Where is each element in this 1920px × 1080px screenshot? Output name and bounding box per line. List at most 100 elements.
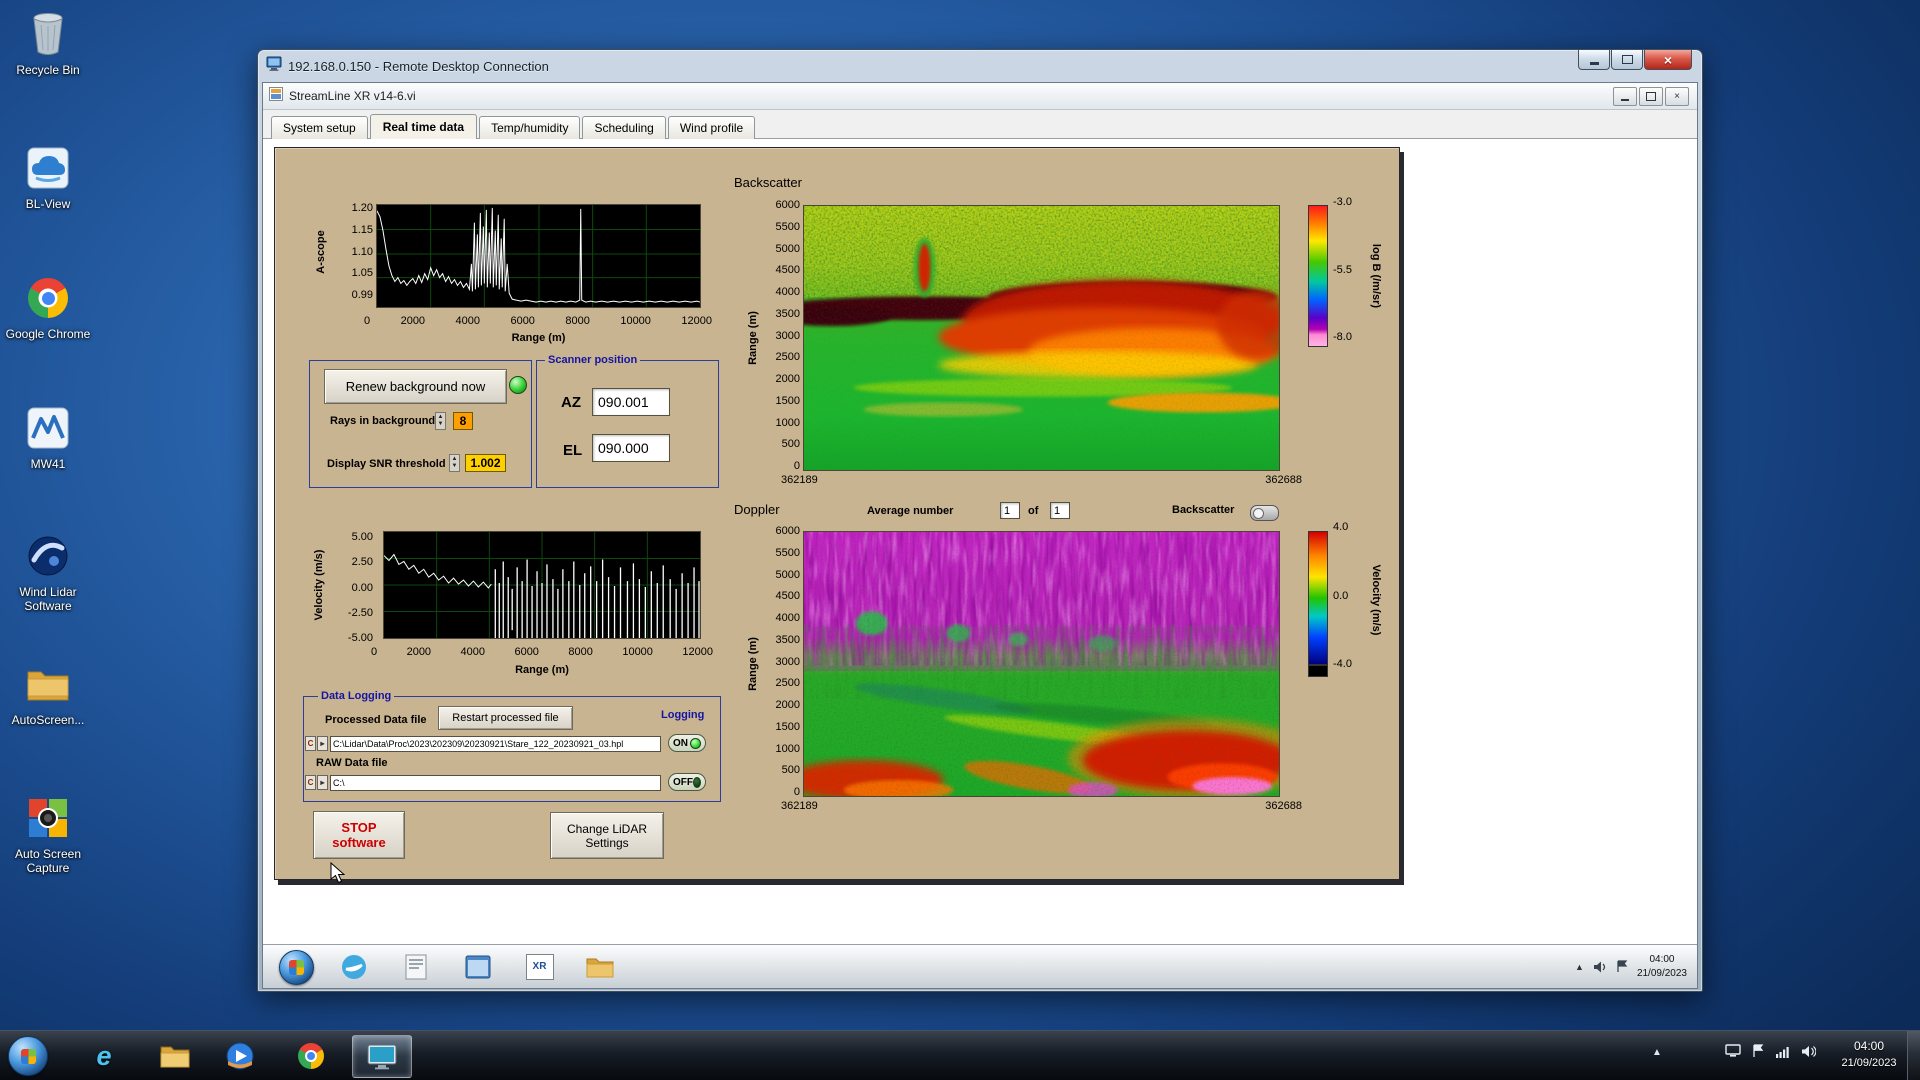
doppler-colorbar-ticks: 4.0 0.0 -4.0 — [1333, 522, 1367, 670]
y-tick-label: 0.00 — [351, 581, 373, 594]
rays-spinner[interactable]: ▲ ▼ — [435, 412, 446, 430]
taskbar-explorer-icon[interactable] — [158, 1040, 192, 1072]
velocity-y-axis-label: Velocity (m/s) — [313, 549, 325, 621]
tab[interactable]: Scheduling — [582, 116, 666, 139]
remote-start-button[interactable] — [279, 950, 314, 985]
tray-up-arrow-icon[interactable]: ▲ — [1652, 1047, 1662, 1058]
x-tick-label: 4000 — [460, 646, 485, 658]
x-tick-label: 10000 — [620, 315, 651, 327]
browse-icon[interactable]: ▸ — [317, 736, 328, 751]
remote-app-window-icon[interactable] — [463, 952, 492, 981]
rdp-maximize-button[interactable] — [1611, 50, 1643, 70]
desktop-icon-mw41[interactable]: MW41 — [2, 402, 94, 471]
tab[interactable]: Real time data — [369, 114, 478, 139]
desktop-icon-bl-view[interactable]: BL-View — [2, 142, 94, 211]
desktop-icon-autoscreen-folder[interactable]: AutoScreen... — [2, 658, 94, 727]
app-window-title: StreamLine XR v14-6.vi — [289, 89, 416, 103]
taskbar-ie-icon[interactable]: e — [87, 1040, 121, 1072]
x-tick-label: 12000 — [681, 315, 712, 327]
x-tick-label: 0 — [364, 315, 371, 327]
path-type-icon: C — [305, 775, 316, 790]
colorbar-tick-label: 0.0 — [1333, 589, 1349, 602]
browse-icon[interactable]: ▸ — [317, 775, 328, 790]
x-tick-label: 10000 — [622, 646, 653, 658]
change-button-line2: Settings — [585, 835, 629, 850]
app-restore-button[interactable] — [1639, 87, 1663, 106]
remote-clock[interactable]: 04:00 21/09/2023 — [1637, 953, 1687, 980]
action-center-flag-icon[interactable] — [1752, 1044, 1764, 1058]
y-tick-label: 4000 — [775, 612, 800, 624]
snr-value[interactable]: 1.002 — [465, 454, 506, 472]
clock-date: 21/09/2023 — [1841, 1057, 1897, 1069]
volume-icon[interactable] — [1801, 1045, 1816, 1058]
doppler-colorbar — [1308, 531, 1328, 665]
y-tick-label: 5.00 — [351, 531, 373, 543]
remote-taskbar: XR ▲ 04:00 21/09/2023 — [263, 944, 1697, 988]
network-icon[interactable] — [1775, 1045, 1790, 1058]
rdp-titlebar[interactable]: 192.168.0.150 - Remote Desktop Connectio… — [262, 50, 1698, 82]
restart-processed-file-button[interactable]: Restart processed file — [438, 706, 573, 730]
desktop-icon-wind-lidar[interactable]: Wind Lidar Software — [2, 530, 94, 614]
raw-logging-toggle[interactable]: OFF — [668, 773, 706, 791]
renew-background-button[interactable]: Renew background now — [324, 369, 507, 404]
app-close-button[interactable]: × — [1665, 87, 1689, 106]
action-center-flag-icon[interactable] — [1616, 960, 1628, 973]
desktop-icon-label: MW41 — [30, 457, 66, 471]
scanner-position-title: Scanner position — [545, 354, 641, 366]
x-tick-label: 2000 — [400, 315, 426, 327]
snr-threshold-label: Display SNR threshold — [327, 458, 446, 470]
desktop-icon-auto-screen-capture[interactable]: Auto Screen Capture — [2, 792, 94, 876]
change-lidar-settings-button[interactable]: Change LiDAR Settings — [550, 812, 664, 859]
x-tick-label: 12000 — [682, 646, 713, 658]
processed-data-file-path[interactable]: C:\Lidar\Data\Proc\2023\202309\20230921\… — [330, 736, 661, 752]
el-value-field[interactable]: 090.000 — [592, 434, 670, 462]
average-number-field[interactable]: 1 — [1000, 502, 1020, 519]
remote-xr-app-icon[interactable]: XR — [525, 952, 554, 981]
y-tick-label: 2000 — [775, 699, 800, 711]
tab[interactable]: Wind profile — [667, 116, 756, 139]
app-titlebar[interactable]: StreamLine XR v14-6.vi × — [263, 83, 1697, 110]
az-value-field[interactable]: 090.001 — [592, 388, 670, 416]
y-tick-label: -2.50 — [347, 606, 373, 619]
tray-monitor-icon[interactable] — [1725, 1044, 1741, 1058]
taskbar-chrome-icon[interactable] — [294, 1040, 328, 1072]
y-tick-label: 3500 — [775, 633, 800, 646]
remote-notepad-icon[interactable] — [401, 952, 430, 981]
desktop-icon-recycle-bin[interactable]: Recycle Bin — [2, 8, 94, 77]
average-of-field[interactable]: 1 — [1050, 502, 1070, 519]
tray-up-arrow-icon[interactable]: ▲ — [1575, 962, 1584, 972]
host-taskbar: e ▲ 04:00 21/09/2023 — [0, 1030, 1920, 1080]
remote-folder-icon[interactable] — [585, 952, 614, 981]
rdp-minimize-button[interactable] — [1578, 50, 1610, 70]
data-logging-title: Data Logging — [318, 690, 395, 702]
taskbar-media-player-icon[interactable] — [223, 1040, 257, 1072]
rdp-close-button[interactable]: × — [1644, 50, 1692, 70]
y-tick-label: 0 — [793, 786, 800, 798]
y-tick-label: 3500 — [775, 307, 800, 320]
x-tick-label: 8000 — [568, 646, 593, 658]
rays-value[interactable]: 8 — [453, 412, 473, 430]
snr-spinner[interactable]: ▲ ▼ — [449, 454, 460, 472]
x-tick-label: 4000 — [455, 315, 480, 327]
start-button[interactable] — [8, 1036, 48, 1076]
raw-toggle-label: OFF — [673, 776, 693, 788]
stop-software-button[interactable]: STOP software — [313, 811, 405, 859]
volume-icon[interactable] — [1593, 961, 1607, 973]
taskbar-rdp-button-active[interactable] — [352, 1035, 412, 1078]
app-minimize-button[interactable] — [1613, 87, 1637, 106]
tab[interactable]: System setup — [271, 116, 368, 139]
backscatter-doppler-toggle[interactable] — [1250, 505, 1279, 521]
tab[interactable]: Temp/humidity — [479, 116, 581, 139]
y-tick-label: 2000 — [775, 373, 800, 385]
remote-ie-icon[interactable] — [339, 952, 368, 981]
desktop-icon-google-chrome[interactable]: Google Chrome — [2, 272, 94, 341]
desktop-icon-label: Recycle Bin — [16, 63, 80, 77]
y-tick-label: 3000 — [775, 329, 800, 342]
processed-logging-toggle[interactable]: ON — [668, 734, 706, 752]
ascope-y-axis-label: A-scope — [315, 230, 327, 274]
show-desktop-button[interactable] — [1907, 1031, 1920, 1080]
taskbar-clock[interactable]: 04:00 21/09/2023 — [1822, 1037, 1916, 1072]
x-tick-label: 362688 — [1265, 800, 1302, 812]
raw-data-file-path[interactable]: C:\ — [330, 775, 661, 791]
y-tick-label: 1.15 — [351, 223, 373, 236]
